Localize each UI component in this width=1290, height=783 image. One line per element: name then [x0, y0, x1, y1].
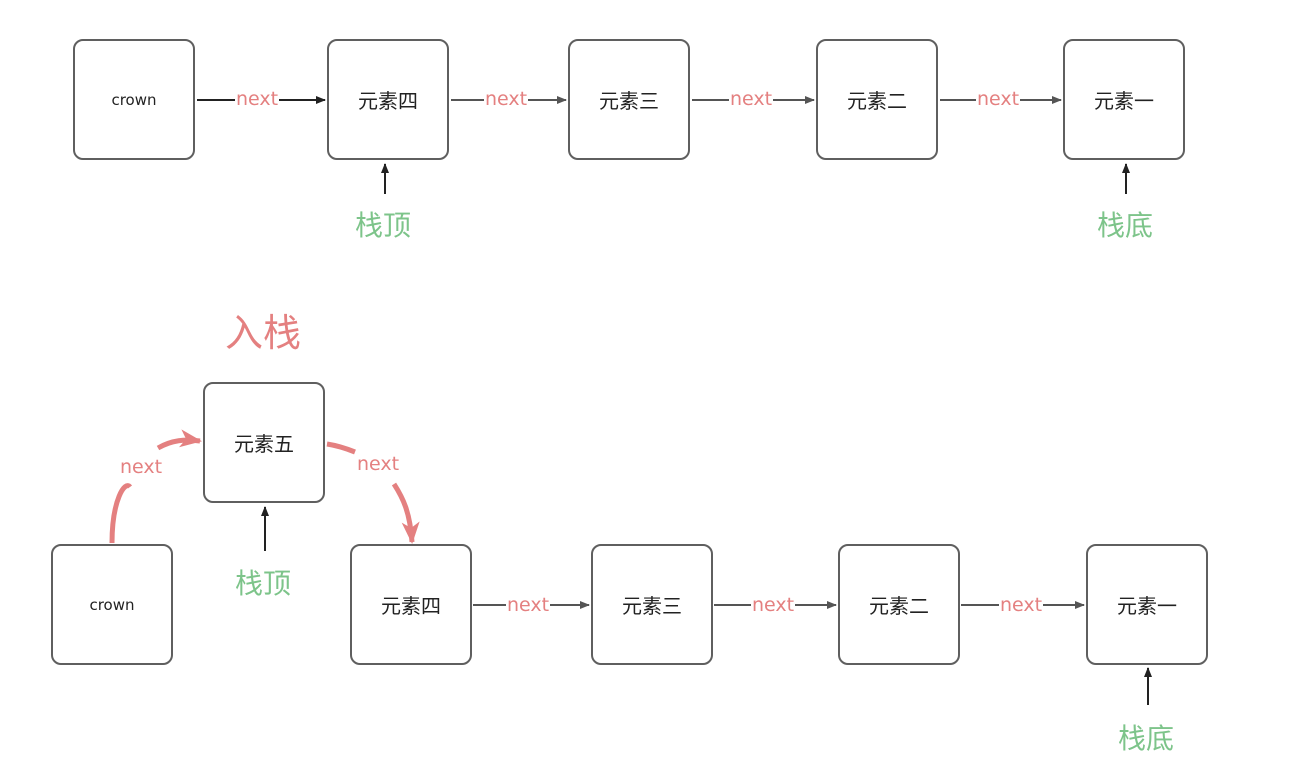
node-element-3: 元素三: [591, 544, 713, 665]
edge-label: next: [119, 456, 164, 478]
node-element-4: 元素四: [327, 39, 449, 160]
node-element-3: 元素三: [568, 39, 690, 160]
stack-bottom-label: 栈底: [1097, 209, 1154, 242]
edge-label: next: [235, 88, 280, 110]
node-crown: crown: [73, 39, 195, 160]
push-arrow-crown-to-new-head: [156, 429, 202, 451]
push-arrow-crown-to-new: [109, 483, 133, 544]
edge-label: next: [976, 88, 1021, 110]
edge-label: next: [751, 594, 796, 616]
stack-top-label: 栈顶: [355, 209, 412, 242]
node-crown: crown: [51, 544, 173, 665]
edge-label: next: [356, 453, 401, 475]
node-element-1: 元素一: [1063, 39, 1185, 160]
push-title: 入栈: [225, 311, 302, 355]
push-arrow-new-to-four-head: [391, 482, 420, 544]
stack-top-label: 栈顶: [235, 567, 292, 600]
node-element-5: 元素五: [203, 382, 325, 503]
stack-bottom-label: 栈底: [1118, 722, 1175, 755]
edge-label: next: [484, 88, 529, 110]
node-element-4: 元素四: [350, 544, 472, 665]
edge-label: next: [729, 88, 774, 110]
node-element-1: 元素一: [1086, 544, 1208, 665]
edge-label: next: [506, 594, 551, 616]
edge-label: next: [999, 594, 1044, 616]
node-element-2: 元素二: [838, 544, 960, 665]
push-arrow-new-to-four: [326, 441, 356, 455]
node-element-2: 元素二: [816, 39, 938, 160]
